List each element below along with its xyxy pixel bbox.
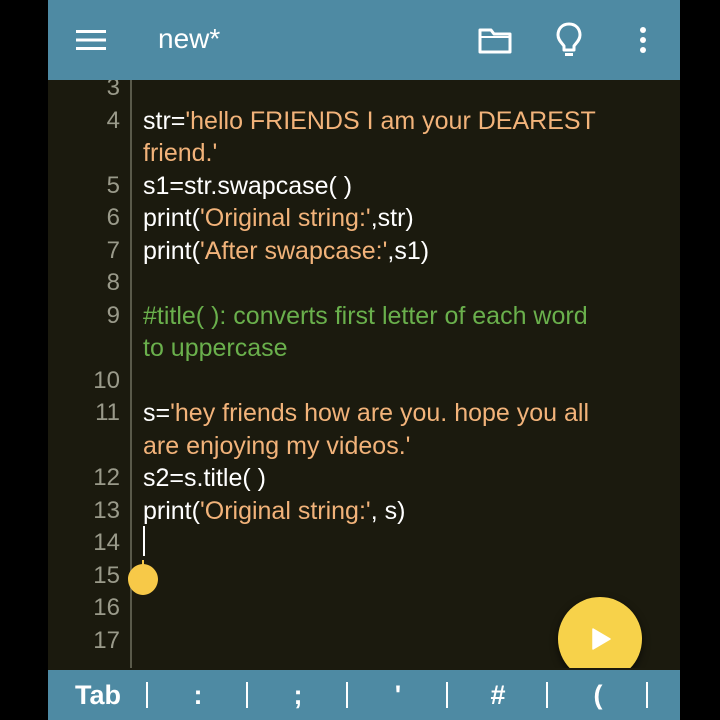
symbol-key[interactable]: ' <box>358 670 438 720</box>
code-row: 12 s2=s.title( ) <box>48 462 680 494</box>
code-row: 9 #title( ): converts first letter of eac… <box>48 300 680 332</box>
code-area[interactable]: 3 4 str='hello FRIENDS I am your DEAREST fr… <box>48 80 680 668</box>
code-editor-app: new* 3 4 str='hello FRIENDS I am your DEAR… <box>48 0 680 720</box>
code-row: are enjoying my videos.' <box>48 430 680 462</box>
hint-button[interactable] <box>545 16 593 64</box>
code-text: s='hey friends how are you. hope you all <box>143 399 590 427</box>
line-number: 16 <box>93 594 120 621</box>
text-cursor <box>143 526 145 556</box>
code-row: 3 <box>48 80 680 104</box>
line-number: 8 <box>106 269 120 296</box>
code-text: to uppercase <box>143 334 288 362</box>
code-row: 5 s1=str.swapcase( ) <box>48 170 680 202</box>
line-number: 3 <box>106 80 120 101</box>
symbol-key[interactable]: # <box>458 670 538 720</box>
more-vert-icon <box>640 27 646 53</box>
folder-icon <box>478 28 512 54</box>
code-row: 11 s='hey friends how are you. hope you a… <box>48 397 680 429</box>
line-number: 9 <box>106 301 120 329</box>
code-row: 6 print('Original string:',str) <box>48 202 680 234</box>
code-row: 8 <box>48 267 680 299</box>
lightbulb-icon <box>556 22 582 56</box>
line-number: 14 <box>93 529 120 556</box>
line-number: 15 <box>93 561 120 589</box>
code-text: print('Original string:', s) <box>143 496 406 525</box>
line-number: 13 <box>93 496 120 524</box>
code-text: are enjoying my videos.' <box>143 431 411 460</box>
symbol-bar: Tab:; ' # ( <box>48 670 680 720</box>
symbol-key[interactable]: : <box>158 670 238 720</box>
cursor-handle-icon[interactable] <box>128 560 158 596</box>
code-row: friend.' <box>48 137 680 169</box>
code-row: 13 print('Original string:', s) <box>48 495 680 527</box>
more-options-button[interactable] <box>619 16 667 64</box>
code-text: s2=s.title( ) <box>143 464 266 492</box>
code-text: s1=str.swapcase( ) <box>143 171 353 200</box>
code-text: friend.' <box>143 139 218 167</box>
key-separator <box>546 682 548 708</box>
open-folder-button[interactable] <box>471 16 519 64</box>
menu-button[interactable] <box>67 16 115 64</box>
code-text: str='hello FRIENDS I am your DEAREST <box>143 106 596 135</box>
code-row: 4 str='hello FRIENDS I am your DEAREST <box>48 105 680 137</box>
key-separator <box>446 682 448 708</box>
symbol-key[interactable]: ; <box>258 670 338 720</box>
code-row: 7 print('After swapcase:',s1) <box>48 235 680 267</box>
top-toolbar: new* <box>48 0 680 80</box>
key-separator <box>346 682 348 708</box>
key-separator <box>246 682 248 708</box>
code-row: to uppercase <box>48 332 680 364</box>
code-text: print('Original string:',str) <box>143 204 414 232</box>
line-number: 6 <box>106 204 120 231</box>
line-number: 7 <box>106 236 120 264</box>
menu-icon <box>76 30 106 50</box>
file-title: new* <box>158 23 221 54</box>
code-text: #title( ): converts first letter of each… <box>143 301 588 330</box>
symbol-key[interactable]: Tab <box>58 670 138 720</box>
line-number: 10 <box>93 366 120 394</box>
code-row: 10 <box>48 365 680 397</box>
key-separator <box>146 682 148 708</box>
play-icon <box>592 628 611 650</box>
symbol-key[interactable]: ( <box>558 670 638 720</box>
line-number: 11 <box>95 399 120 426</box>
line-number: 12 <box>93 464 120 491</box>
code-text: print('After swapcase:',s1) <box>143 236 430 265</box>
line-number: 5 <box>106 171 120 199</box>
line-number: 17 <box>93 626 120 654</box>
key-separator <box>646 682 648 708</box>
line-number: 4 <box>106 106 120 134</box>
